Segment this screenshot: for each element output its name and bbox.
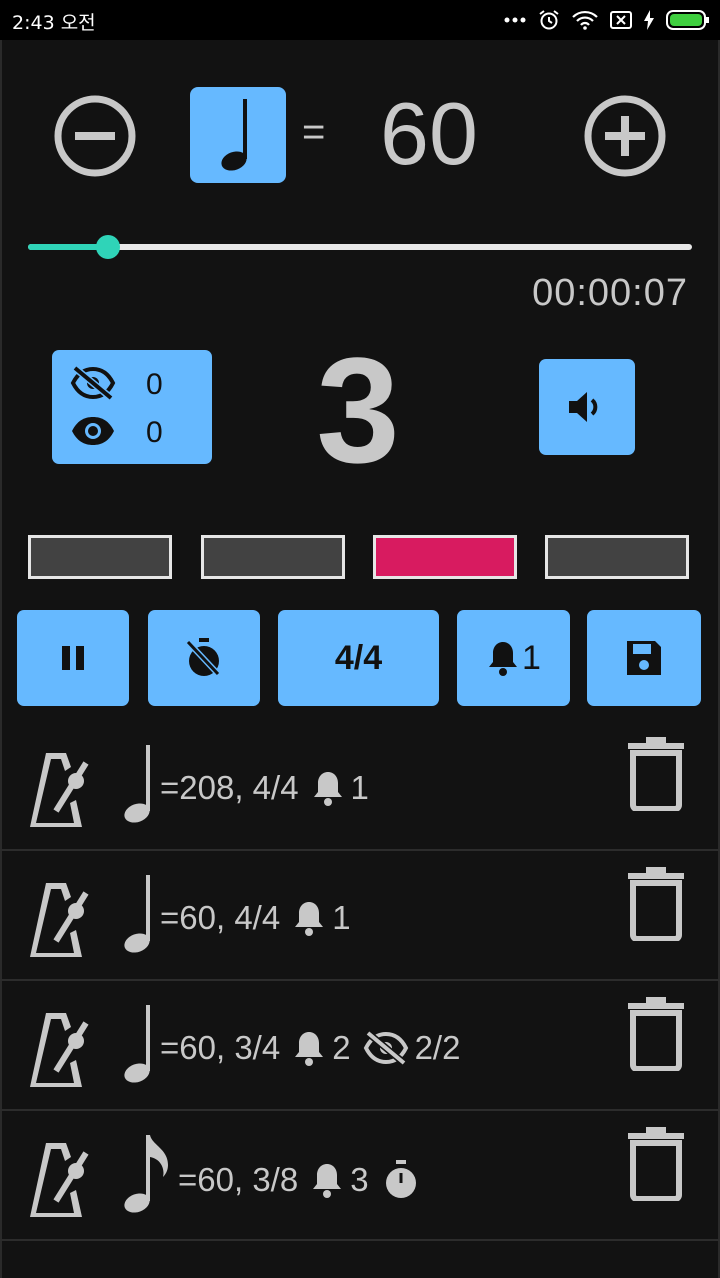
preset-summary: =60, 3/4 2 2/2 (160, 1029, 460, 1067)
preset-note (122, 1003, 158, 1092)
eighth-note-icon (124, 1135, 168, 1213)
status-time: 2:43 오전 (12, 12, 96, 34)
decrease-tempo-button[interactable] (53, 94, 137, 178)
bell-icon (295, 902, 324, 936)
hidden-beats-row (70, 366, 116, 400)
visible-beats-row (70, 414, 116, 448)
preset-note (122, 1133, 174, 1222)
preset-load-button[interactable] (30, 1011, 96, 1096)
sound-toggle-button[interactable] (539, 359, 635, 455)
status-bar: 2:43 오전 (0, 0, 720, 40)
quarter-note-icon (124, 875, 150, 953)
preset-row[interactable]: =60, 4/4 1 (0, 853, 720, 981)
quarter-note-icon (221, 99, 247, 171)
quarter-note-icon (124, 745, 150, 823)
metronome-icon (30, 1013, 89, 1087)
alarm-icon (539, 10, 559, 30)
timer-off-icon (186, 638, 222, 678)
plus-circle-icon (584, 95, 666, 177)
beat-indicator-1[interactable] (28, 535, 172, 579)
delete-preset-button[interactable] (626, 1127, 686, 1206)
pause-icon (62, 646, 84, 670)
tempo-value: 60 (380, 84, 478, 183)
bell-icon (313, 1164, 342, 1198)
status-icons (504, 6, 710, 34)
preset-row[interactable]: =60, 3/8 3 (0, 1113, 720, 1241)
bell-accent-count: 1 (522, 638, 541, 677)
beat-indicator-2[interactable] (201, 535, 345, 579)
preset-bell-count: 3 (350, 1161, 369, 1198)
preset-tempo-signature: =60, 3/8 (178, 1161, 299, 1198)
trash-icon (628, 737, 684, 812)
preset-summary: =60, 3/8 3 (178, 1159, 427, 1201)
preset-row[interactable]: =60, 3/4 2 2/2 (0, 983, 720, 1111)
dots-icon (504, 17, 526, 23)
eye-off-icon (363, 1031, 408, 1065)
charging-icon (644, 10, 654, 30)
preset-tempo-signature: =60, 4/4 (160, 899, 281, 936)
elapsed-time: 00:00:07 (532, 272, 688, 314)
minus-circle-icon (54, 95, 136, 177)
sim-icon (610, 11, 632, 29)
tempo-slider[interactable] (28, 244, 692, 250)
increase-tempo-button[interactable] (583, 94, 667, 178)
hidden-beats-count: 0 (146, 368, 163, 401)
preset-load-button[interactable] (30, 751, 96, 836)
trash-icon (628, 997, 684, 1072)
preset-bell-count: 2 (332, 1029, 351, 1066)
preset-note (122, 873, 158, 962)
trash-icon (628, 1127, 684, 1202)
delete-preset-button[interactable] (626, 997, 686, 1076)
preset-summary: =208, 4/4 1 (160, 769, 375, 807)
preset-summary: =60, 4/4 1 (160, 899, 357, 937)
timer-icon (385, 1160, 416, 1198)
beat-indicator-3[interactable] (373, 535, 517, 579)
tempo-equals: = (302, 110, 326, 154)
preset-note (122, 743, 158, 832)
delete-preset-button[interactable] (626, 867, 686, 946)
visible-beats-count: 0 (146, 416, 163, 449)
quarter-note-icon (124, 1005, 150, 1083)
bell-icon (295, 1032, 324, 1066)
metronome-icon (30, 753, 89, 827)
beat-indicator-4[interactable] (545, 535, 689, 579)
preset-load-button[interactable] (30, 1141, 96, 1226)
preset-load-button[interactable] (30, 881, 96, 966)
preset-bell-count: 1 (332, 899, 351, 936)
delete-preset-button[interactable] (626, 737, 686, 816)
bell-icon (489, 642, 518, 676)
trash-icon (628, 867, 684, 942)
wifi-icon (572, 10, 598, 30)
time-signature-button[interactable]: 4/4 (278, 610, 439, 706)
preset-hidden-beats: 2/2 (414, 1029, 461, 1066)
eye-icon (72, 417, 114, 445)
preset-row[interactable]: =208, 4/4 1 (0, 723, 720, 851)
pause-button[interactable] (17, 610, 129, 706)
note-value-button[interactable] (190, 87, 286, 183)
visibility-toggle-button[interactable]: 0 0 (52, 350, 212, 464)
battery-icon (666, 10, 709, 30)
volume-icon (569, 392, 598, 422)
metronome-icon (30, 1143, 89, 1217)
preset-tempo-signature: =60, 3/4 (160, 1029, 281, 1066)
preset-tempo-signature: =208, 4/4 (160, 769, 299, 806)
save-preset-button[interactable] (587, 610, 701, 706)
bell-icon (313, 772, 342, 806)
tempo-slider-thumb[interactable] (95, 235, 120, 259)
save-icon (627, 641, 661, 675)
current-beat: 3 (316, 326, 400, 494)
preset-bell-count: 1 (350, 769, 369, 806)
bell-accent-button[interactable]: 1 (457, 610, 570, 706)
metronome-icon (30, 883, 89, 957)
eye-off-icon (70, 366, 116, 400)
timer-toggle-button[interactable] (148, 610, 260, 706)
